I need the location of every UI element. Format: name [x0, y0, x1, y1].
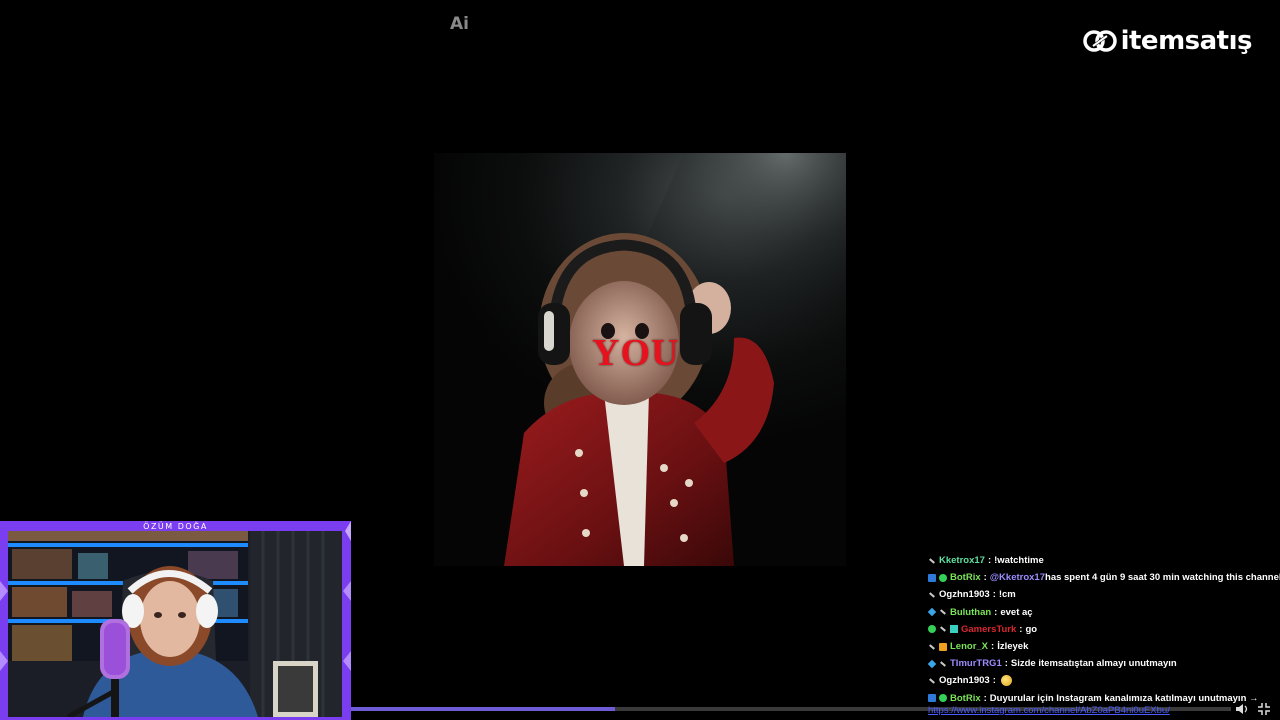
chat-username[interactable]: Kketrox17 [939, 555, 985, 566]
chat-separator: : [992, 589, 996, 601]
chat-message-text: go [1025, 623, 1038, 635]
ai-label: Ai [450, 14, 469, 34]
verified-badge-icon [928, 625, 936, 634]
chat-message: Buluthan: evet aç [927, 604, 1274, 621]
slash-badge-icon [939, 608, 947, 616]
chat-message: GamersTurk: go [928, 621, 1274, 638]
chat-message: Kketrox17: !watchtime [928, 552, 1274, 569]
chat-username[interactable]: BotRix [950, 572, 981, 583]
chat-mention[interactable]: @Kketrox17 [990, 572, 1045, 583]
cube-badge-icon [927, 607, 937, 617]
chat-message-text: İzleyek [997, 641, 1029, 653]
chat-separator: : [992, 675, 996, 687]
chat-message-text: Sizde itemsatıştan almayı unutmayın [1010, 658, 1177, 670]
slash-badge-icon [939, 660, 947, 668]
chat-username[interactable]: GamersTurk [961, 624, 1016, 635]
chat-message: TImurTRG1: Sizde itemsatıştan almayı unut… [927, 655, 1274, 672]
webcam-scene [8, 531, 342, 717]
playback-progress-fill [351, 707, 615, 711]
chat-username[interactable]: Ogzhn1903 [939, 589, 990, 600]
chat-message-text: Duyurular için Instagram kanalımıza katı… [989, 692, 1259, 704]
chat-username[interactable]: Ogzhn1903 [939, 675, 990, 686]
brand-name: itemsatış [1120, 26, 1253, 56]
chat-message-text: evet aç [1000, 606, 1033, 618]
cube-badge-icon [927, 659, 937, 668]
artwork-caption: YOU [592, 332, 680, 374]
gift-badge-icon [939, 642, 947, 651]
chat-separator: : [1019, 623, 1023, 635]
chat-message: BotRix: @Kketrox17 has spent 4 gün 9 saat… [928, 569, 1280, 586]
chat-username[interactable]: Lenor_X [950, 641, 988, 652]
slash-badge-icon [928, 677, 936, 685]
chat-instagram-link[interactable]: https://www.instagram.com/channel/AbZ0aP… [928, 705, 1170, 716]
chat-separator: : [1004, 658, 1008, 670]
chat-separator: : [994, 606, 998, 618]
brand-link-icon [1082, 30, 1117, 52]
coin-emoji-icon [1000, 675, 1012, 687]
chat-message: Lenor_X: İzleyek [928, 638, 1274, 655]
brand-logo: itemsatış [1082, 26, 1253, 56]
chat-username[interactable]: TImurTRG1 [950, 658, 1002, 669]
verified-badge-icon [939, 573, 947, 582]
chat-separator: : [983, 572, 987, 584]
chat-message-text: has spent 4 gün 9 saat 30 min watching t… [1045, 572, 1280, 584]
chat-message-text: !watchtime [994, 555, 1044, 567]
webcam-overlay: ÖZÜM DOĞA [0, 521, 351, 720]
verified-badge-icon [939, 694, 947, 703]
chat-separator: : [991, 641, 995, 653]
webcam-video [8, 531, 342, 717]
grid-badge-icon [950, 625, 958, 634]
slash-badge-icon [928, 591, 936, 599]
chat-overlay: Kketrox17: !watchtime BotRix: @Kketrox17 ha… [927, 552, 1280, 707]
stream-view: Ai itemsatış YOU ÖZÜM DOĞA Kketrox17: !… [0, 0, 1280, 720]
slash-badge-icon [939, 625, 947, 633]
chat-separator: : [983, 692, 987, 704]
chat-message-text: !cm [998, 589, 1016, 601]
exit-fullscreen-icon[interactable] [1257, 702, 1271, 716]
bot-badge-icon [928, 694, 936, 703]
volume-icon[interactable] [1235, 702, 1249, 716]
chat-message: Ogzhn1903: [928, 672, 1274, 689]
slash-badge-icon [928, 643, 936, 651]
chat-separator: : [987, 555, 992, 567]
chat-message: Ogzhn1903: !cm [928, 586, 1274, 603]
bot-badge-icon [928, 573, 936, 582]
ai-artwork: YOU [434, 153, 846, 566]
slash-badge-icon [928, 557, 936, 565]
chat-username[interactable]: BotRix [950, 693, 981, 704]
streamer-name: ÖZÜM DOĞA [143, 522, 208, 531]
chat-username[interactable]: Buluthan [950, 607, 991, 618]
